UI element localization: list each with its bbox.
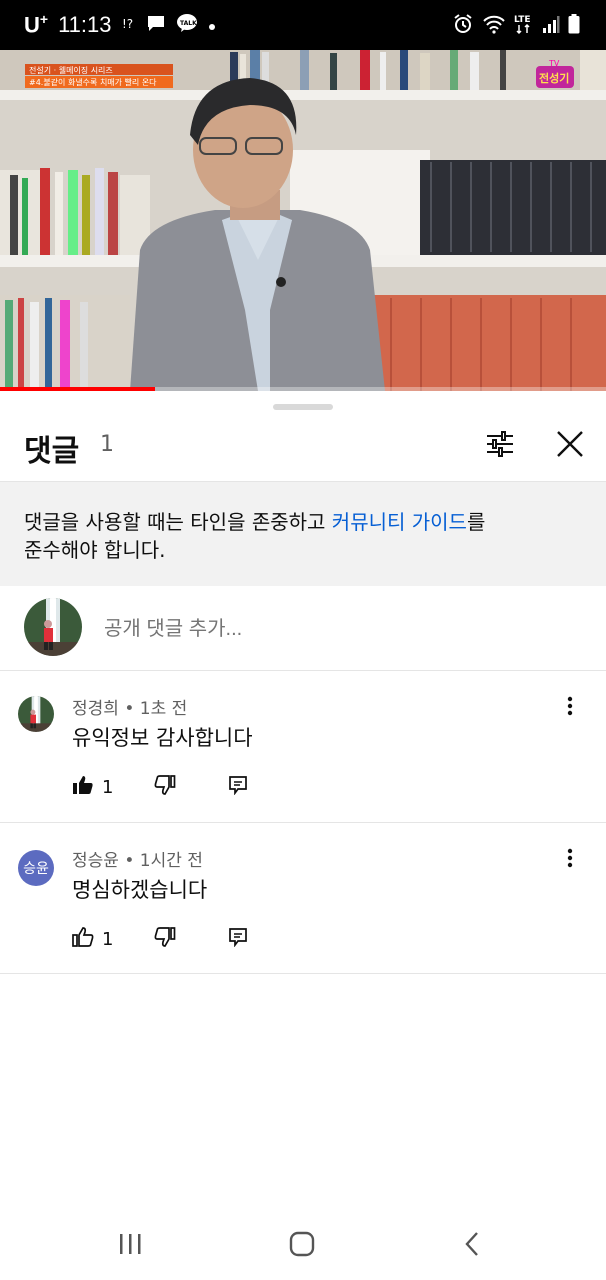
notice-text-line2: 준수해야 합니다. bbox=[24, 538, 166, 562]
tune-icon bbox=[485, 431, 515, 461]
comment-more-button[interactable] bbox=[556, 694, 584, 722]
caption-title: #4.불같이 화낼수록 치매가 빨리 온다 bbox=[29, 77, 157, 87]
message-icon bbox=[146, 14, 166, 36]
add-comment-input[interactable] bbox=[104, 614, 564, 644]
kakaotalk-icon: TALK bbox=[176, 13, 198, 37]
comment-author[interactable]: 정경희 bbox=[72, 699, 119, 719]
comment-divider bbox=[0, 973, 606, 974]
status-right: LTE bbox=[452, 12, 580, 40]
battery-icon bbox=[568, 14, 580, 38]
community-guidelines-link[interactable]: 커뮤니티 가이드 bbox=[332, 510, 467, 534]
carrier-label: U+ bbox=[24, 11, 48, 38]
like-count: 1 bbox=[102, 776, 114, 798]
like-button[interactable]: 1 bbox=[72, 924, 113, 954]
network-speed-icon: !? bbox=[122, 14, 136, 36]
lte-icon: LTE bbox=[514, 13, 534, 39]
reply-button[interactable] bbox=[228, 924, 248, 954]
dislike-button[interactable] bbox=[154, 924, 176, 954]
dislike-button[interactable] bbox=[154, 772, 176, 802]
user-avatar bbox=[24, 598, 82, 656]
notification-dot-icon bbox=[208, 16, 216, 35]
video-player[interactable]: 전설기 · 웰메이징 시리즈 #4.불같이 화낼수록 치매가 빨리 온다 TV … bbox=[0, 50, 606, 391]
comments-sheet: 댓글 1 댓글을 사용할 때는 타인을 존중하고 커뮤니티 가이드를 준수해야 … bbox=[0, 392, 606, 1280]
comment-meta: 정경희 • 1초 전 bbox=[72, 699, 188, 719]
add-comment-row[interactable] bbox=[0, 588, 606, 670]
comment-author-avatar[interactable]: 승윤 bbox=[18, 850, 54, 886]
video-progress-bar[interactable] bbox=[0, 387, 606, 391]
reply-comment-icon bbox=[228, 927, 248, 951]
home-icon bbox=[289, 1231, 315, 1261]
alarm-icon bbox=[452, 13, 474, 39]
close-icon bbox=[556, 430, 584, 462]
comment-author[interactable]: 정승윤 bbox=[72, 851, 119, 871]
comment-time: 1초 전 bbox=[139, 699, 188, 719]
drag-handle[interactable] bbox=[273, 404, 333, 410]
notice-text-suffix: 를 bbox=[466, 510, 486, 534]
thumb-down-icon bbox=[154, 927, 176, 951]
comment-divider bbox=[0, 822, 606, 823]
close-button[interactable] bbox=[548, 424, 592, 468]
like-count: 1 bbox=[102, 928, 114, 950]
lte-label: LTE bbox=[514, 15, 531, 25]
carrier-name: U bbox=[24, 12, 40, 38]
reply-button[interactable] bbox=[228, 772, 248, 802]
back-icon bbox=[464, 1231, 480, 1261]
video-progress-fill bbox=[0, 387, 155, 391]
caption-series: 전설기 · 웰메이징 시리즈 bbox=[29, 65, 113, 75]
thumb-up-icon bbox=[72, 927, 94, 951]
thumb-down-icon bbox=[154, 775, 176, 799]
comment-item: 승윤 정승윤 • 1시간 전 명심하겠습니다 1 bbox=[0, 824, 606, 974]
status-left: U+ 11:13 !? TALK bbox=[24, 8, 216, 42]
recent-apps-button[interactable] bbox=[110, 1228, 150, 1264]
comment-item: 정경희 • 1초 전 유익정보 감사합니다 1 bbox=[0, 672, 606, 822]
wifi-icon bbox=[482, 14, 506, 38]
comment-text: 유익정보 감사합니다 bbox=[72, 726, 253, 750]
signal-icon bbox=[542, 14, 560, 38]
avatar-initials: 승윤 bbox=[23, 861, 49, 877]
notice-text: 댓글을 사용할 때는 타인을 존중하고 bbox=[24, 510, 332, 534]
thumb-up-filled-icon bbox=[72, 775, 94, 799]
video-frame: 전설기 · 웰메이징 시리즈 #4.불같이 화낼수록 치매가 빨리 온다 TV … bbox=[0, 50, 606, 391]
add-comment-divider bbox=[0, 670, 606, 671]
back-button[interactable] bbox=[452, 1228, 492, 1264]
comment-meta: 정승윤 • 1시간 전 bbox=[72, 851, 203, 871]
reply-comment-icon bbox=[228, 775, 248, 799]
comments-title: 댓글 bbox=[24, 434, 80, 469]
more-vert-icon bbox=[567, 848, 573, 872]
system-navigation-bar bbox=[0, 1210, 606, 1280]
comment-time: 1시간 전 bbox=[139, 851, 203, 871]
comments-header: 댓글 1 bbox=[0, 420, 606, 480]
comment-text: 명심하겠습니다 bbox=[72, 878, 208, 902]
svg-text:!?: !? bbox=[122, 17, 133, 31]
carrier-plus: + bbox=[39, 11, 49, 28]
home-button[interactable] bbox=[282, 1228, 322, 1264]
comment-more-button[interactable] bbox=[556, 846, 584, 874]
svg-text:TALK: TALK bbox=[180, 20, 197, 27]
recent-apps-icon bbox=[118, 1233, 142, 1259]
status-bar: U+ 11:13 !? TALK LTE bbox=[0, 0, 606, 50]
community-guidelines-notice: 댓글을 사용할 때는 타인을 존중하고 커뮤니티 가이드를 준수해야 합니다. bbox=[0, 482, 606, 586]
sort-filter-button[interactable] bbox=[478, 424, 522, 468]
channel-logo-text: 전성기 bbox=[539, 71, 569, 85]
like-button[interactable]: 1 bbox=[72, 772, 113, 802]
clock: 11:13 bbox=[58, 12, 112, 37]
comments-count: 1 bbox=[100, 432, 114, 457]
more-vert-icon bbox=[567, 696, 573, 720]
video-caption-overlay: 전설기 · 웰메이징 시리즈 #4.불같이 화낼수록 치매가 빨리 온다 bbox=[25, 64, 173, 88]
comment-author-avatar[interactable] bbox=[18, 696, 54, 732]
channel-logo-tv: TV bbox=[548, 59, 560, 68]
